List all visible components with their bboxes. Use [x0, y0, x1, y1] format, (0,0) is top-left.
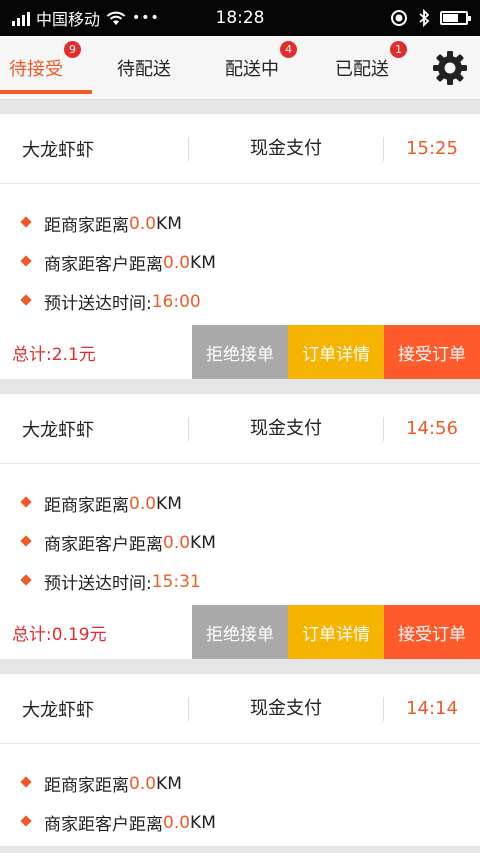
- customer-distance-label: 商家距客户距离: [44, 815, 163, 835]
- order-card: 大龙虾虾 现金支付 15:25 距商家距离 0.0 KM 商家距客户距离 0.0 KM …: [0, 114, 480, 379]
- payment-method: 现金支付: [188, 696, 384, 721]
- km-unit: KM: [156, 773, 182, 794]
- battery-icon: [440, 11, 471, 25]
- eta-row: 预计送达时间: 16:00: [0, 282, 480, 321]
- order-status-tabs: 待接受 9 待配送 配送中 4 已配送 1: [0, 36, 480, 100]
- shop-distance-label: 距商家距离: [44, 776, 129, 796]
- order-card: 大龙虾虾 现金支付 14:14 距商家距离 0.0 KM 商家距客户距离 0.0 KM: [0, 674, 480, 846]
- order-detail-button[interactable]: 订单详情: [288, 605, 384, 659]
- shop-distance-row: 距商家距离 0.0 KM: [0, 484, 480, 523]
- eta-row: 预计送达时间: 15:31: [0, 562, 480, 601]
- shop-name: 大龙虾虾: [22, 699, 94, 721]
- shop-distance-value: 0.0: [129, 213, 157, 234]
- order-time: 14:56: [406, 418, 458, 439]
- order-list: 大龙虾虾 现金支付 15:25 距商家距离 0.0 KM 商家距客户距离 0.0 KM …: [0, 100, 480, 853]
- km-unit: KM: [156, 213, 182, 234]
- tab-delivering[interactable]: 配送中 4: [202, 36, 302, 100]
- location-icon: [391, 10, 407, 26]
- shop-distance-value: 0.0: [129, 493, 157, 514]
- shop-distance-label: 距商家距离: [44, 216, 129, 236]
- tab-label: 待配送: [117, 59, 171, 80]
- tab-badge: 9: [64, 41, 81, 58]
- bullet-icon: [20, 293, 32, 306]
- shop-name: 大龙虾虾: [22, 139, 94, 161]
- order-details: 距商家距离 0.0 KM 商家距客户距离 0.0 KM: [0, 744, 480, 846]
- customer-distance-value: 0.0: [163, 532, 191, 553]
- tab-label: 待接受: [9, 59, 63, 80]
- active-tab-indicator: [0, 90, 92, 94]
- tab-delivered[interactable]: 已配送 1: [312, 36, 412, 100]
- km-unit: KM: [190, 812, 216, 833]
- accept-order-button[interactable]: 接受订单: [384, 605, 480, 659]
- order-total: 总计:2.1元: [0, 340, 192, 365]
- customer-distance-value: 0.0: [163, 252, 191, 273]
- shop-distance-row: 距商家距离 0.0 KM: [0, 204, 480, 243]
- order-header: 大龙虾虾 现金支付 14:56: [0, 394, 480, 464]
- bullet-icon: [20, 573, 32, 586]
- bullet-icon: [20, 534, 32, 547]
- eta-label: 预计送达时间:: [44, 294, 152, 314]
- order-details: 距商家距离 0.0 KM 商家距客户距离 0.0 KM 预计送达时间: 16:00: [0, 184, 480, 325]
- customer-distance-value: 0.0: [163, 812, 191, 833]
- km-unit: KM: [156, 493, 182, 514]
- shop-distance-row: 距商家距离 0.0 KM: [0, 764, 480, 803]
- eta-value: 16:00: [151, 291, 201, 312]
- tab-badge: 1: [390, 41, 407, 58]
- order-footer: 总计:0.19元 拒绝接单 订单详情 接受订单: [0, 605, 480, 659]
- total-label: 总计:: [12, 624, 52, 645]
- customer-distance-label: 商家距客户距离: [44, 255, 163, 275]
- reject-order-button[interactable]: 拒绝接单: [192, 605, 288, 659]
- order-footer: 总计:2.1元 拒绝接单 订单详情 接受订单: [0, 325, 480, 379]
- shop-distance-label: 距商家距离: [44, 496, 129, 516]
- status-bar: 中国移动 ••• 18:28: [0, 0, 480, 36]
- bullet-icon: [20, 254, 32, 267]
- gear-icon[interactable]: [432, 50, 468, 86]
- total-value: 2.1元: [51, 344, 96, 365]
- total-value: 0.19元: [51, 624, 107, 645]
- order-header: 大龙虾虾 现金支付 14:14: [0, 674, 480, 744]
- km-unit: KM: [190, 532, 216, 553]
- order-time: 14:14: [406, 698, 458, 719]
- bullet-icon: [20, 775, 32, 788]
- tab-label: 已配送: [335, 59, 389, 80]
- total-label: 总计:: [12, 344, 52, 365]
- payment-method: 现金支付: [188, 136, 384, 161]
- payment-method: 现金支付: [188, 416, 384, 441]
- customer-distance-label: 商家距客户距离: [44, 535, 163, 555]
- reject-order-button[interactable]: 拒绝接单: [192, 325, 288, 379]
- order-total: 总计:0.19元: [0, 620, 192, 645]
- km-unit: KM: [190, 252, 216, 273]
- order-time: 15:25: [406, 138, 458, 159]
- order-detail-button[interactable]: 订单详情: [288, 325, 384, 379]
- tab-pending-delivery[interactable]: 待配送: [94, 36, 194, 100]
- customer-distance-row: 商家距客户距离 0.0 KM: [0, 803, 480, 842]
- customer-distance-row: 商家距客户距离 0.0 KM: [0, 523, 480, 562]
- eta-value: 15:31: [151, 571, 201, 592]
- tab-label: 配送中: [225, 59, 279, 80]
- customer-distance-row: 商家距客户距离 0.0 KM: [0, 243, 480, 282]
- accept-order-button[interactable]: 接受订单: [384, 325, 480, 379]
- bluetooth-icon: [419, 9, 430, 27]
- eta-label: 预计送达时间:: [44, 574, 152, 594]
- order-details: 距商家距离 0.0 KM 商家距客户距离 0.0 KM 预计送达时间: 15:31: [0, 464, 480, 605]
- shop-distance-value: 0.0: [129, 773, 157, 794]
- order-card: 大龙虾虾 现金支付 14:56 距商家距离 0.0 KM 商家距客户距离 0.0 KM …: [0, 394, 480, 659]
- bullet-icon: [20, 215, 32, 228]
- bullet-icon: [20, 814, 32, 827]
- bullet-icon: [20, 495, 32, 508]
- order-header: 大龙虾虾 现金支付 15:25: [0, 114, 480, 184]
- shop-name: 大龙虾虾: [22, 419, 94, 441]
- tab-badge: 4: [280, 41, 297, 58]
